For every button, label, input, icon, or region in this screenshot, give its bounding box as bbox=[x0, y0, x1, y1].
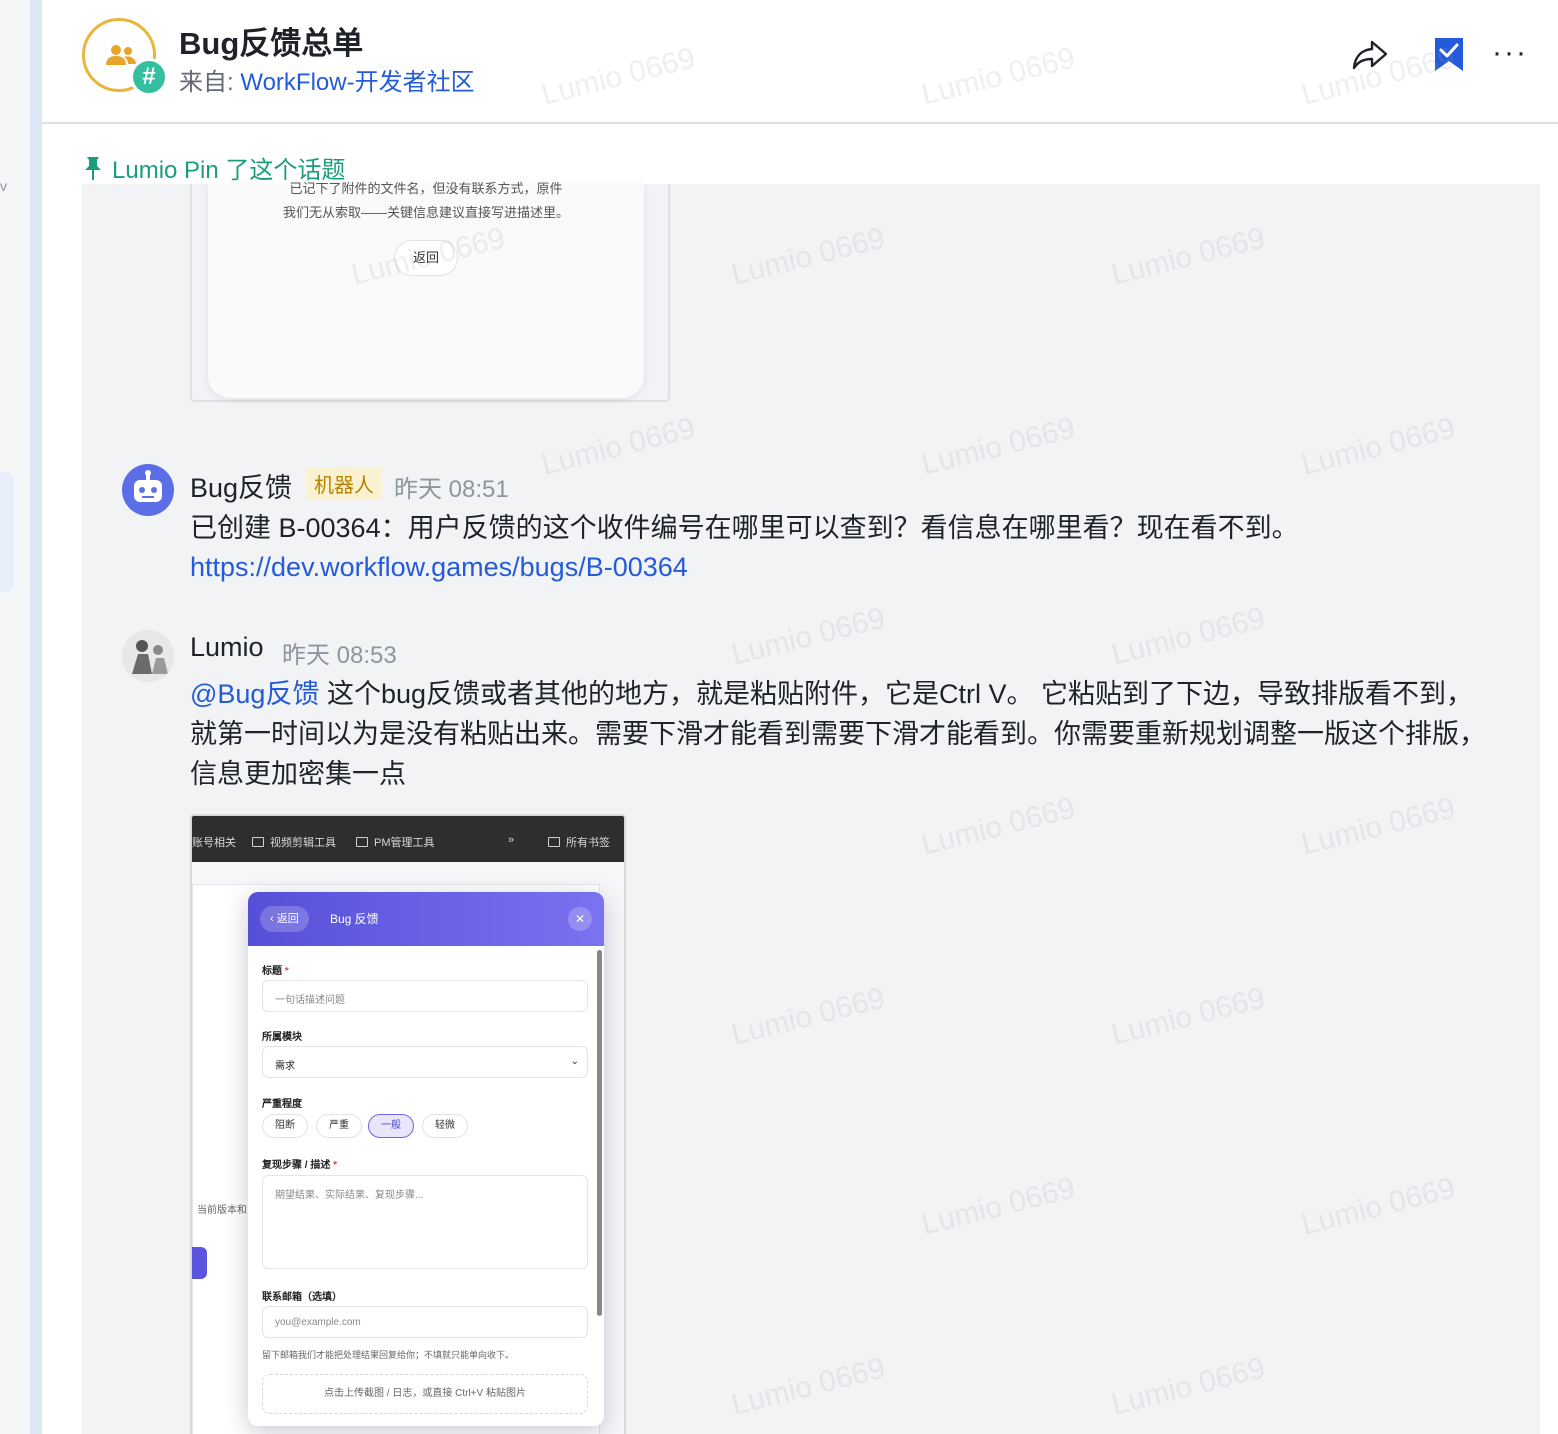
email-input: you@example.com bbox=[262, 1306, 588, 1338]
chat-title: Bug反馈总单 bbox=[179, 26, 364, 61]
message-body: 这个bug反馈或者其他的地方，就是粘贴附件，它是Ctrl V。 它粘贴到了下边，… bbox=[190, 679, 1486, 789]
severity-label: 严重程度 bbox=[262, 1099, 302, 1110]
close-icon: ✕ bbox=[568, 907, 592, 931]
upload-dropzone: 点击上传截图 / 日志，或直接 Ctrl+V 粘贴图片 bbox=[262, 1374, 588, 1414]
chat-source: 来自: WorkFlow-开发者社区 bbox=[179, 62, 475, 97]
modal-header: ‹ 返回 Bug 反馈 ✕ bbox=[248, 892, 604, 946]
folder-icon bbox=[356, 837, 368, 847]
modal-scrollbar bbox=[597, 950, 602, 1316]
bot-avatar[interactable] bbox=[122, 464, 174, 516]
previous-screenshot-card: 已记下了附件的文件名，但没有联系方式，原件 我们无从索取——关键信息建议直接写进… bbox=[208, 181, 644, 398]
left-rail: v bbox=[0, 0, 30, 1434]
chat-header: # Bug反馈总单 来自: WorkFlow-开发者社区 ··· bbox=[42, 0, 1558, 124]
left-rail-divider bbox=[30, 0, 42, 1434]
background-side-text: 当前版本和 bbox=[197, 1205, 247, 1216]
pin-icon bbox=[85, 157, 101, 180]
steps-textarea: 期望结果、实际结果、复现步骤... bbox=[262, 1175, 588, 1269]
user-photo-icon bbox=[122, 630, 174, 682]
more-icon[interactable]: ··· bbox=[1492, 36, 1532, 76]
title-input: 一句话描述问题 bbox=[262, 980, 588, 1012]
bug-feedback-modal: ‹ 返回 Bug 反馈 ✕ 标题 * 一句话描述问题 所属模块 需求 ⌄ 严重程度… bbox=[248, 892, 604, 1426]
modal-back-button: ‹ 返回 bbox=[260, 906, 309, 932]
bookmark-all: 所有书签 bbox=[548, 834, 610, 850]
module-select: 需求 ⌄ bbox=[262, 1046, 588, 1078]
channel-hash-badge: # bbox=[130, 58, 168, 96]
bookmark-video-tools: 视频剪辑工具 bbox=[252, 834, 336, 850]
bug-link[interactable]: https://dev.workflow.games/bugs/B-00364 bbox=[190, 552, 688, 583]
title-label: 标题 * bbox=[262, 966, 289, 977]
message-thread: 已记下了附件的文件名，但没有联系方式，原件 我们无从索取——关键信息建议直接写进… bbox=[82, 181, 1540, 1434]
bookmark-account: 账号相关 bbox=[192, 837, 236, 849]
bookmark-icon[interactable] bbox=[1429, 34, 1469, 74]
sender-name[interactable]: Bug反馈 bbox=[190, 466, 292, 505]
modal-title: Bug 反馈 bbox=[330, 912, 379, 926]
bookmark-pm-tools: PM管理工具 bbox=[356, 834, 435, 850]
background-purple-tab bbox=[192, 1247, 207, 1279]
severity-chip: 阻断 bbox=[262, 1114, 308, 1138]
people-icon bbox=[106, 45, 136, 65]
robot-icon bbox=[134, 470, 162, 502]
browser-bookmarks-bar: 账号相关 视频剪辑工具 PM管理工具 » 所有书签 bbox=[192, 816, 624, 862]
forward-icon[interactable] bbox=[1350, 34, 1390, 74]
chevron-down-icon: ⌄ bbox=[570, 1056, 579, 1067]
source-prefix: 来自: bbox=[179, 69, 241, 96]
severity-chip-selected: 一般 bbox=[368, 1114, 414, 1138]
left-rail-selected-chip[interactable] bbox=[0, 472, 14, 592]
folder-icon bbox=[548, 837, 560, 847]
message-time: 昨天 08:51 bbox=[394, 476, 509, 503]
message-time: 昨天 08:53 bbox=[282, 642, 397, 669]
steps-label: 复现步骤 / 描述 * bbox=[262, 1160, 338, 1171]
message-text: @Bug反馈 这个bug反馈或者其他的地方，就是粘贴附件，它是Ctrl V。 它… bbox=[190, 674, 1490, 794]
source-link[interactable]: WorkFlow-开发者社区 bbox=[240, 69, 474, 96]
sender-name[interactable]: Lumio bbox=[190, 632, 264, 663]
severity-chip: 轻微 bbox=[422, 1114, 468, 1138]
email-hint: 留下邮箱我们才能把处理结果回复给你；不填就只能单向收下。 bbox=[262, 1350, 515, 1360]
email-label: 联系邮箱（选填） bbox=[262, 1292, 342, 1303]
previous-screenshot-line1: 已记下了附件的文件名，但没有联系方式，原件 bbox=[289, 181, 563, 196]
bookmark-overflow: » bbox=[508, 834, 515, 846]
folder-icon bbox=[252, 837, 264, 847]
previous-screenshot-back-button: 返回 bbox=[394, 240, 458, 276]
module-label: 所属模块 bbox=[262, 1032, 302, 1043]
bot-tag: 机器人 bbox=[306, 467, 382, 500]
mention-bug-feedback[interactable]: @Bug反馈 bbox=[190, 679, 319, 709]
user-avatar[interactable] bbox=[122, 630, 174, 682]
severity-chip: 严重 bbox=[316, 1114, 362, 1138]
pasted-screenshot-attachment[interactable]: 账号相关 视频剪辑工具 PM管理工具 » 所有书签 当前版本和 ‹ 返回 Bug… bbox=[190, 814, 626, 1434]
message-text: 已创建 B-00364：用户反馈的这个收件编号在哪里可以查到？看信息在哪里看？现… bbox=[190, 513, 1299, 543]
left-rail-letter: v bbox=[0, 178, 7, 194]
previous-screenshot-attachment[interactable]: 已记下了附件的文件名，但没有联系方式，原件 我们无从索取——关键信息建议直接写进… bbox=[190, 181, 670, 402]
previous-screenshot-line2: 我们无从索取——关键信息建议直接写进描述里。 bbox=[282, 205, 569, 220]
severity-options: 阻断 严重 一般 轻微 bbox=[262, 1114, 588, 1140]
